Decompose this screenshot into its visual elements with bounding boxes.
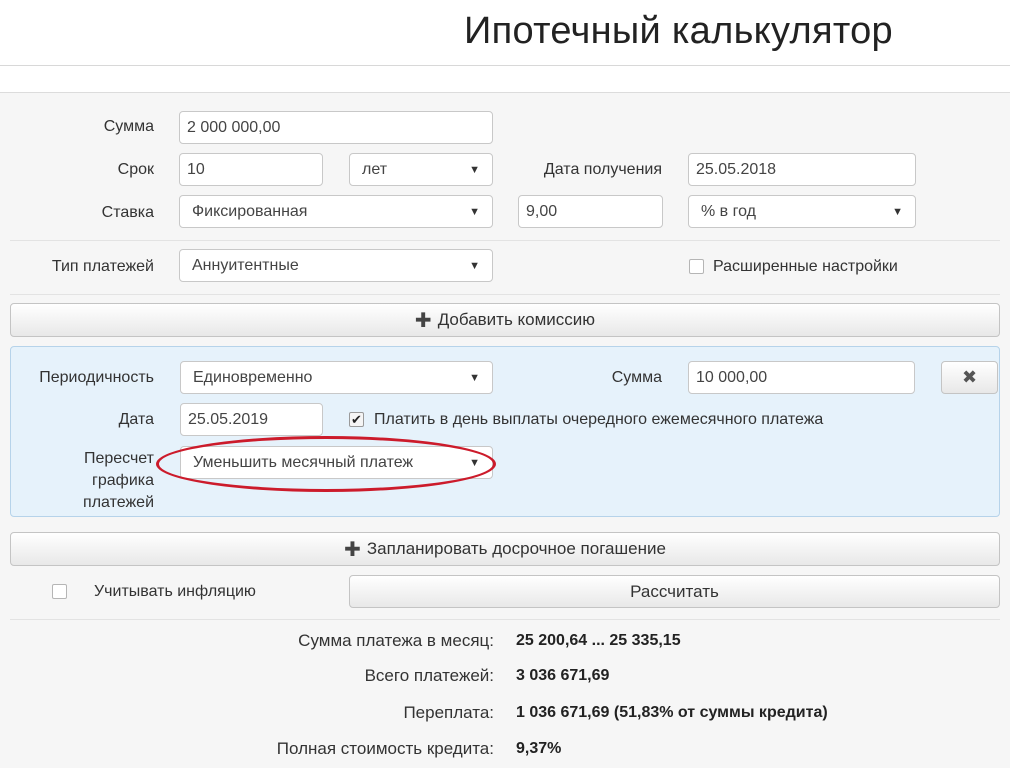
commission-sum-label: Сумма [611, 369, 662, 386]
title-divider [0, 65, 1010, 66]
advanced-settings-label: Расширенные настройки [713, 258, 898, 275]
sum-label: Сумма [103, 118, 154, 135]
total-payments-value: 3 036 671,69 [516, 667, 610, 684]
rate-label: Ставка [101, 204, 154, 221]
rate-input[interactable]: 9,00 [518, 195, 663, 228]
pay-on-payment-day-label: Платить в день выплаты очередного ежемес… [374, 411, 824, 428]
receive-date-label: Дата получения [543, 161, 662, 178]
monthly-payment-label: Сумма платежа в месяц: [298, 631, 494, 650]
section-divider [10, 294, 1000, 295]
recalc-label: Пересчет графика платежей [20, 448, 154, 514]
term-unit-value: лет [362, 160, 388, 178]
add-commission-button[interactable]: ✚ Добавить комиссию [10, 303, 1000, 337]
caret-down-icon: ▼ [892, 205, 903, 218]
rate-type-value: Фиксированная [192, 202, 308, 220]
commission-sum-value: 10 000,00 [696, 368, 768, 386]
overpayment-value: 1 036 671,69 (51,83% от суммы кредита) [516, 704, 828, 721]
rate-unit-select[interactable]: % в год ▼ [688, 195, 916, 228]
calculate-label: Рассчитать [630, 581, 719, 601]
payment-type-select[interactable]: Аннуитентные ▼ [179, 249, 493, 282]
caret-down-icon: ▼ [469, 456, 480, 469]
overpayment-label: Переплата: [403, 703, 494, 722]
inflation-label: Учитывать инфляцию [94, 583, 256, 600]
receive-date-value: 25.05.2018 [696, 160, 777, 178]
rate-type-select[interactable]: Фиксированная ▼ [179, 195, 493, 228]
plus-icon: ✚ [344, 538, 361, 561]
calculate-button[interactable]: Рассчитать [349, 575, 1000, 608]
payment-type-label: Тип платежей [51, 258, 154, 275]
caret-down-icon: ▼ [469, 259, 480, 272]
sum-input-value: 2 000 000,00 [187, 118, 281, 136]
recalc-label-line: Пересчет [83, 450, 154, 467]
rate-input-value: 9,00 [526, 202, 558, 220]
full-cost-label: Полная стоимость кредита: [276, 739, 494, 758]
plus-icon: ✚ [414, 309, 432, 332]
periodicity-select[interactable]: Единовременно ▼ [180, 361, 493, 394]
add-commission-label: Добавить комиссию [437, 310, 596, 329]
sum-input[interactable]: 2 000 000,00 [179, 111, 493, 144]
commission-date-value: 25.05.2019 [188, 410, 269, 428]
section-divider [10, 240, 1000, 241]
term-label: Срок [117, 161, 154, 178]
term-input[interactable]: 10 [179, 153, 323, 186]
recalc-label-line: графика [92, 472, 154, 489]
commission-date-input[interactable]: 25.05.2019 [180, 403, 323, 436]
recalc-label-line: платежей [83, 494, 154, 511]
periodicity-label: Периодичность [39, 369, 154, 386]
section-divider [10, 619, 1000, 620]
caret-down-icon: ▼ [469, 163, 480, 176]
inflation-checkbox[interactable] [52, 584, 67, 599]
close-icon: ✖ [961, 367, 978, 387]
term-unit-select[interactable]: лет ▼ [349, 153, 493, 186]
remove-commission-button[interactable]: ✖ [941, 361, 998, 394]
monthly-payment-value: 25 200,64 ... 25 335,15 [516, 632, 681, 649]
page-title: Ипотечный калькулятор [464, 10, 893, 52]
early-repayment-label: Запланировать досрочное погашение [366, 539, 666, 558]
early-repayment-button[interactable]: ✚ Запланировать досрочное погашение [10, 532, 1000, 566]
advanced-settings-checkbox[interactable] [689, 259, 704, 274]
term-input-value: 10 [187, 160, 205, 178]
total-payments-label: Всего платежей: [364, 666, 494, 685]
pay-on-payment-day-checkbox[interactable]: ✔ [349, 412, 364, 427]
receive-date-input[interactable]: 25.05.2018 [688, 153, 916, 186]
caret-down-icon: ▼ [469, 371, 480, 384]
payment-type-value: Аннуитентные [192, 256, 299, 274]
recalc-value: Уменьшить месячный платеж [193, 453, 414, 471]
commission-date-label: Дата [118, 411, 154, 428]
commission-sum-input[interactable]: 10 000,00 [688, 361, 915, 394]
caret-down-icon: ▼ [469, 205, 480, 218]
full-cost-value: 9,37% [516, 740, 562, 757]
checkmark-icon: ✔ [351, 412, 362, 427]
recalc-select[interactable]: Уменьшить месячный платеж ▼ [180, 446, 493, 479]
rate-unit-value: % в год [701, 202, 756, 220]
periodicity-value: Единовременно [193, 368, 313, 386]
